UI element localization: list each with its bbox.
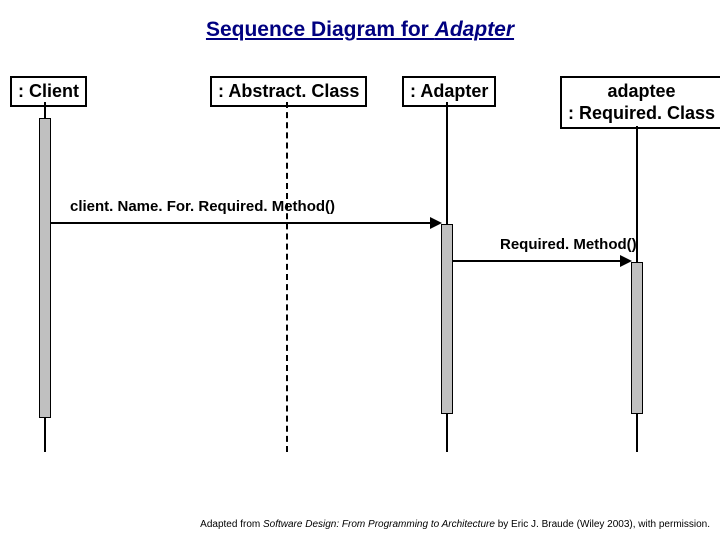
- message2-label: Required. Method(): [500, 236, 637, 253]
- message1-label: client. Name. For. Required. Method(): [70, 198, 335, 215]
- participant-client: : Client: [10, 76, 87, 107]
- footer-suffix: by Eric J. Braude (Wiley 2003), with per…: [495, 519, 710, 530]
- participant-adapter-label: : Adapter: [410, 81, 488, 101]
- footer-prefix: Adapted from: [200, 519, 263, 530]
- participant-adapter: : Adapter: [402, 76, 496, 107]
- participant-adaptee-label1: adaptee: [608, 81, 676, 101]
- title-text: Sequence Diagram for: [206, 18, 435, 41]
- footer-credit: Adapted from Software Design: From Progr…: [200, 519, 710, 530]
- message2-line: [453, 260, 629, 262]
- lifeline-abstract: [286, 102, 288, 452]
- participant-abstract-label: : Abstract. Class: [218, 81, 359, 101]
- participant-adaptee-label2: : Required. Class: [568, 103, 715, 123]
- participant-client-label: : Client: [18, 81, 79, 101]
- participant-adaptee: adaptee : Required. Class: [560, 76, 720, 129]
- message2-arrow: [620, 255, 632, 267]
- diagram-title: Sequence Diagram for Adapter: [0, 18, 720, 42]
- message1-arrow: [430, 217, 442, 229]
- footer-book: Software Design: From Programming to Arc…: [263, 519, 495, 530]
- title-italic: Adapter: [435, 18, 514, 41]
- activation-adaptee: [631, 262, 643, 414]
- message1-line: [51, 222, 439, 224]
- participant-abstract: : Abstract. Class: [210, 76, 367, 107]
- activation-client: [39, 118, 51, 418]
- activation-adapter: [441, 224, 453, 414]
